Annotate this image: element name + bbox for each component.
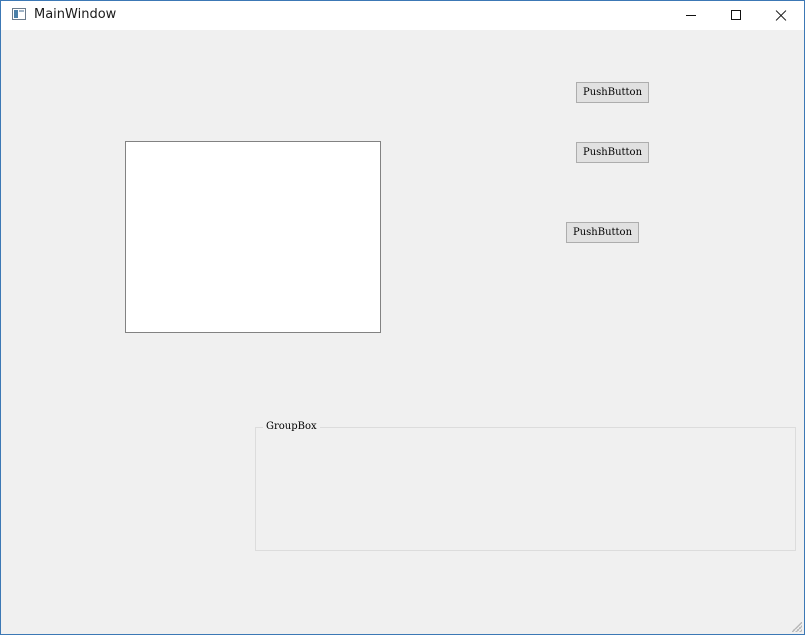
window-app-icon[interactable]	[12, 8, 26, 20]
title-bar[interactable]: MainWindow	[1, 1, 804, 30]
size-grip-icon[interactable]	[792, 622, 802, 632]
minimize-icon	[686, 15, 696, 16]
close-icon	[775, 9, 787, 21]
close-button[interactable]	[758, 1, 803, 30]
group-box: GroupBox	[255, 420, 796, 551]
push-button-1[interactable]: PushButton	[576, 82, 649, 103]
central-widget: PushButton PushButton PushButton GroupBo…	[1, 30, 804, 634]
maximize-button[interactable]	[713, 1, 758, 30]
push-button-3[interactable]: PushButton	[566, 222, 639, 243]
main-window: MainWindow PushButton PushButton PushBut…	[0, 0, 805, 635]
white-frame-widget[interactable]	[125, 141, 381, 333]
maximize-icon	[731, 10, 741, 20]
minimize-button[interactable]	[668, 1, 713, 30]
group-box-title: GroupBox	[263, 420, 320, 434]
push-button-2[interactable]: PushButton	[576, 142, 649, 163]
window-title: MainWindow	[34, 7, 117, 22]
